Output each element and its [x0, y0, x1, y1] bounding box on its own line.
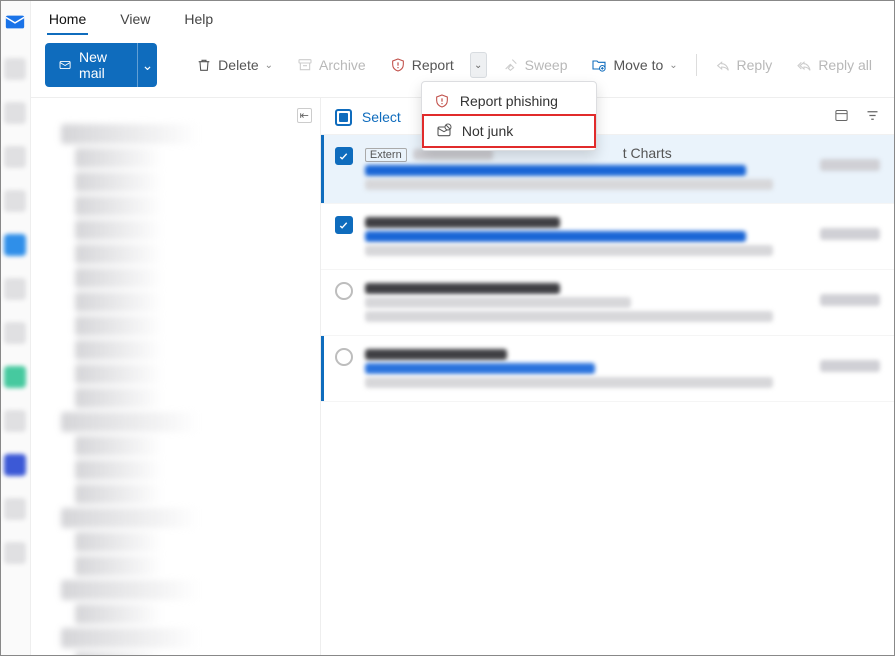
select-label[interactable]: Select: [362, 109, 401, 125]
folder-pane: ⇤ Drafts 8 S: [31, 98, 321, 655]
report-dropdown: Report phishing Not junk: [421, 81, 597, 151]
content-area: ⇤ Drafts 8 S: [31, 98, 894, 655]
report-button[interactable]: Report: [382, 53, 462, 77]
mail-icon: [59, 57, 71, 73]
mail-app-icon[interactable]: [4, 11, 26, 36]
move-to-button[interactable]: Move to ⌄: [583, 53, 685, 77]
app-rail: [1, 1, 31, 655]
move-to-label: Move to: [613, 57, 663, 73]
delete-button[interactable]: Delete ⌄: [188, 53, 281, 77]
archive-icon: [297, 57, 313, 73]
chevron-down-icon: ⌄: [265, 60, 273, 71]
delete-label: Delete: [218, 57, 258, 73]
sweep-button: Sweep: [495, 53, 576, 77]
rail-item[interactable]: [4, 58, 26, 80]
chevron-down-icon: ⌄: [474, 60, 482, 71]
rail-item[interactable]: [4, 190, 26, 212]
sweep-label: Sweep: [525, 57, 568, 73]
new-mail-label: New mail: [79, 49, 123, 81]
select-all-checkbox[interactable]: [335, 109, 352, 126]
message-time: [820, 360, 880, 372]
message-body: [365, 280, 808, 325]
list-view-options: [834, 108, 880, 126]
message-item[interactable]: [321, 204, 894, 270]
rail-item[interactable]: [4, 278, 26, 300]
unread-indicator: [321, 336, 324, 401]
message-item[interactable]: [321, 336, 894, 402]
rail-item[interactable]: [4, 322, 26, 344]
reply-label: Reply: [737, 57, 773, 73]
message-time: [820, 159, 880, 171]
not-junk-icon: [436, 123, 452, 139]
message-body: [365, 214, 808, 259]
archive-button: Archive: [289, 53, 374, 77]
message-checkbox[interactable]: [335, 282, 353, 300]
message-body: [365, 346, 808, 391]
main-area: Home View Help New mail ⌄ Delete ⌄ Archi…: [31, 1, 894, 655]
toolbar-divider: [696, 54, 697, 76]
message-time: [820, 294, 880, 306]
reply-all-icon: [796, 57, 812, 73]
rail-item[interactable]: [4, 102, 26, 124]
tab-view[interactable]: View: [118, 7, 152, 35]
message-checkbox[interactable]: [335, 348, 353, 366]
external-tag: Extern: [365, 148, 407, 162]
report-caret[interactable]: ⌄: [470, 52, 487, 78]
trash-icon: [196, 57, 212, 73]
tab-help[interactable]: Help: [182, 7, 215, 35]
message-pane: Select Extern t Charts: [321, 98, 894, 655]
rail-item[interactable]: [4, 542, 26, 564]
folder-tree-blurred: [41, 120, 312, 655]
folder-move-icon: [591, 57, 607, 73]
message-body: Extern t Charts: [365, 145, 808, 193]
shield-alert-icon: [390, 57, 406, 73]
reply-button: Reply: [707, 53, 781, 77]
report-phishing-label: Report phishing: [460, 93, 558, 109]
select-bar: Select: [321, 98, 894, 135]
message-list: Extern t Charts: [321, 135, 894, 402]
not-junk-item[interactable]: Not junk: [422, 114, 596, 148]
new-mail-button[interactable]: New mail: [45, 43, 137, 87]
rail-item[interactable]: [4, 498, 26, 520]
reply-icon: [715, 57, 731, 73]
rail-item[interactable]: [4, 454, 26, 476]
preview-icon[interactable]: [834, 108, 849, 126]
new-mail-caret[interactable]: ⌄: [137, 43, 158, 87]
chevron-down-icon: ⌄: [142, 57, 154, 74]
reply-all-button: Reply all: [788, 53, 880, 77]
rail-item[interactable]: [4, 234, 26, 256]
report-phishing-item[interactable]: Report phishing: [422, 86, 596, 116]
shield-alert-icon: [434, 93, 450, 109]
report-label: Report: [412, 57, 454, 73]
not-junk-label: Not junk: [462, 123, 513, 139]
message-item[interactable]: Extern t Charts: [321, 135, 894, 204]
new-mail-group: New mail ⌄: [45, 43, 157, 87]
chevron-down-icon: ⌄: [669, 60, 677, 71]
message-item[interactable]: [321, 270, 894, 336]
message-checkbox[interactable]: [335, 147, 353, 165]
title-fragment: t Charts: [623, 145, 672, 161]
menu-bar: Home View Help: [31, 1, 894, 35]
tab-home[interactable]: Home: [47, 7, 88, 35]
sweep-icon: [503, 57, 519, 73]
archive-label: Archive: [319, 57, 366, 73]
rail-item[interactable]: [4, 410, 26, 432]
filter-icon[interactable]: [865, 108, 880, 126]
message-time: [820, 228, 880, 240]
rail-item[interactable]: [4, 366, 26, 388]
selection-indicator: [321, 135, 324, 203]
reply-all-label: Reply all: [818, 57, 872, 73]
rail-item[interactable]: [4, 146, 26, 168]
message-checkbox[interactable]: [335, 216, 353, 234]
